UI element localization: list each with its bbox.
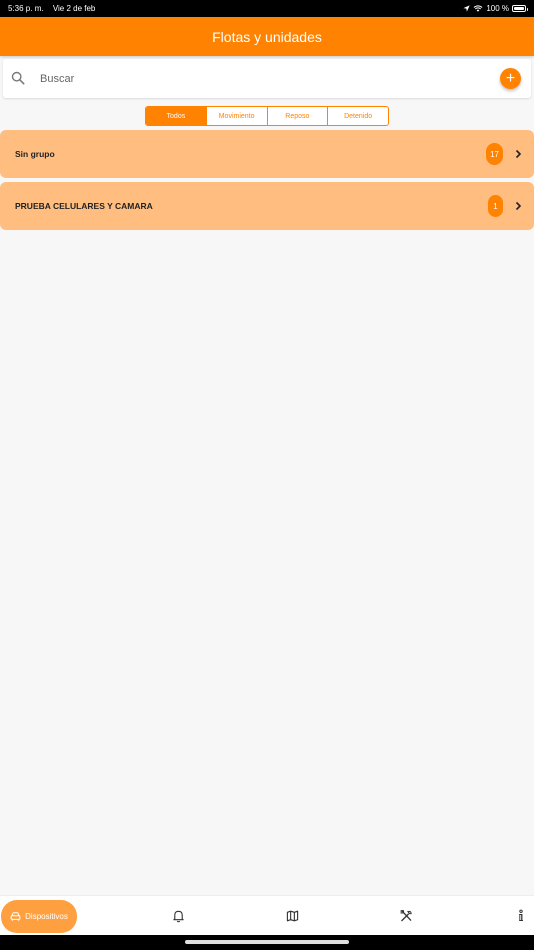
search-bar: + [3, 59, 531, 98]
location-arrow-icon [463, 5, 470, 12]
bell-icon[interactable] [172, 909, 185, 923]
page-title: Flotas y unidades [212, 28, 322, 45]
battery-percent: 100 % [486, 4, 509, 13]
app-header: Flotas y unidades [0, 17, 534, 56]
chevron-right-icon [515, 149, 522, 159]
nav-devices[interactable]: Dispositivos [1, 900, 77, 933]
tools-icon[interactable] [400, 909, 413, 923]
group-row[interactable]: PRUEBA CELULARES Y CAMARA 1 [0, 182, 534, 230]
chevron-right-icon [515, 201, 522, 211]
battery-icon [512, 5, 528, 12]
status-right: 100 % [463, 4, 528, 13]
filter-detenido[interactable]: Detenido [327, 107, 388, 125]
home-indicator[interactable] [185, 940, 349, 944]
group-count-badge: 17 [486, 143, 503, 165]
filter-todos[interactable]: Todos [146, 107, 206, 125]
group-count-badge: 1 [488, 195, 503, 217]
bottom-nav: Dispositivos [0, 895, 534, 935]
battery-level [514, 7, 524, 10]
add-group-button[interactable]: + [500, 66, 521, 92]
home-indicator-area [0, 935, 534, 950]
filter-reposo[interactable]: Reposo [266, 107, 328, 125]
status-bar: 5:36 p. m. Vie 2 de feb 100 % [0, 0, 534, 17]
group-name: PRUEBA CELULARES Y CAMARA [15, 201, 153, 211]
map-icon[interactable] [286, 909, 299, 923]
status-left: 5:36 p. m. Vie 2 de feb [8, 4, 102, 13]
filter-movimiento[interactable]: Movimiento [205, 107, 267, 125]
plus-icon: + [500, 68, 521, 89]
group-row[interactable]: Sin grupo 17 [0, 130, 534, 178]
status-date: Vie 2 de feb [52, 4, 96, 13]
group-name: Sin grupo [15, 149, 55, 159]
car-icon [10, 912, 21, 921]
status-filter: Todos Movimiento Reposo Detenido [145, 106, 389, 126]
info-icon[interactable] [515, 909, 527, 923]
nav-devices-label: Dispositivos [25, 912, 68, 921]
status-time: 5:36 p. m. [8, 4, 44, 13]
search-icon [11, 71, 25, 85]
search-input[interactable] [40, 69, 480, 88]
wifi-icon [473, 5, 483, 12]
